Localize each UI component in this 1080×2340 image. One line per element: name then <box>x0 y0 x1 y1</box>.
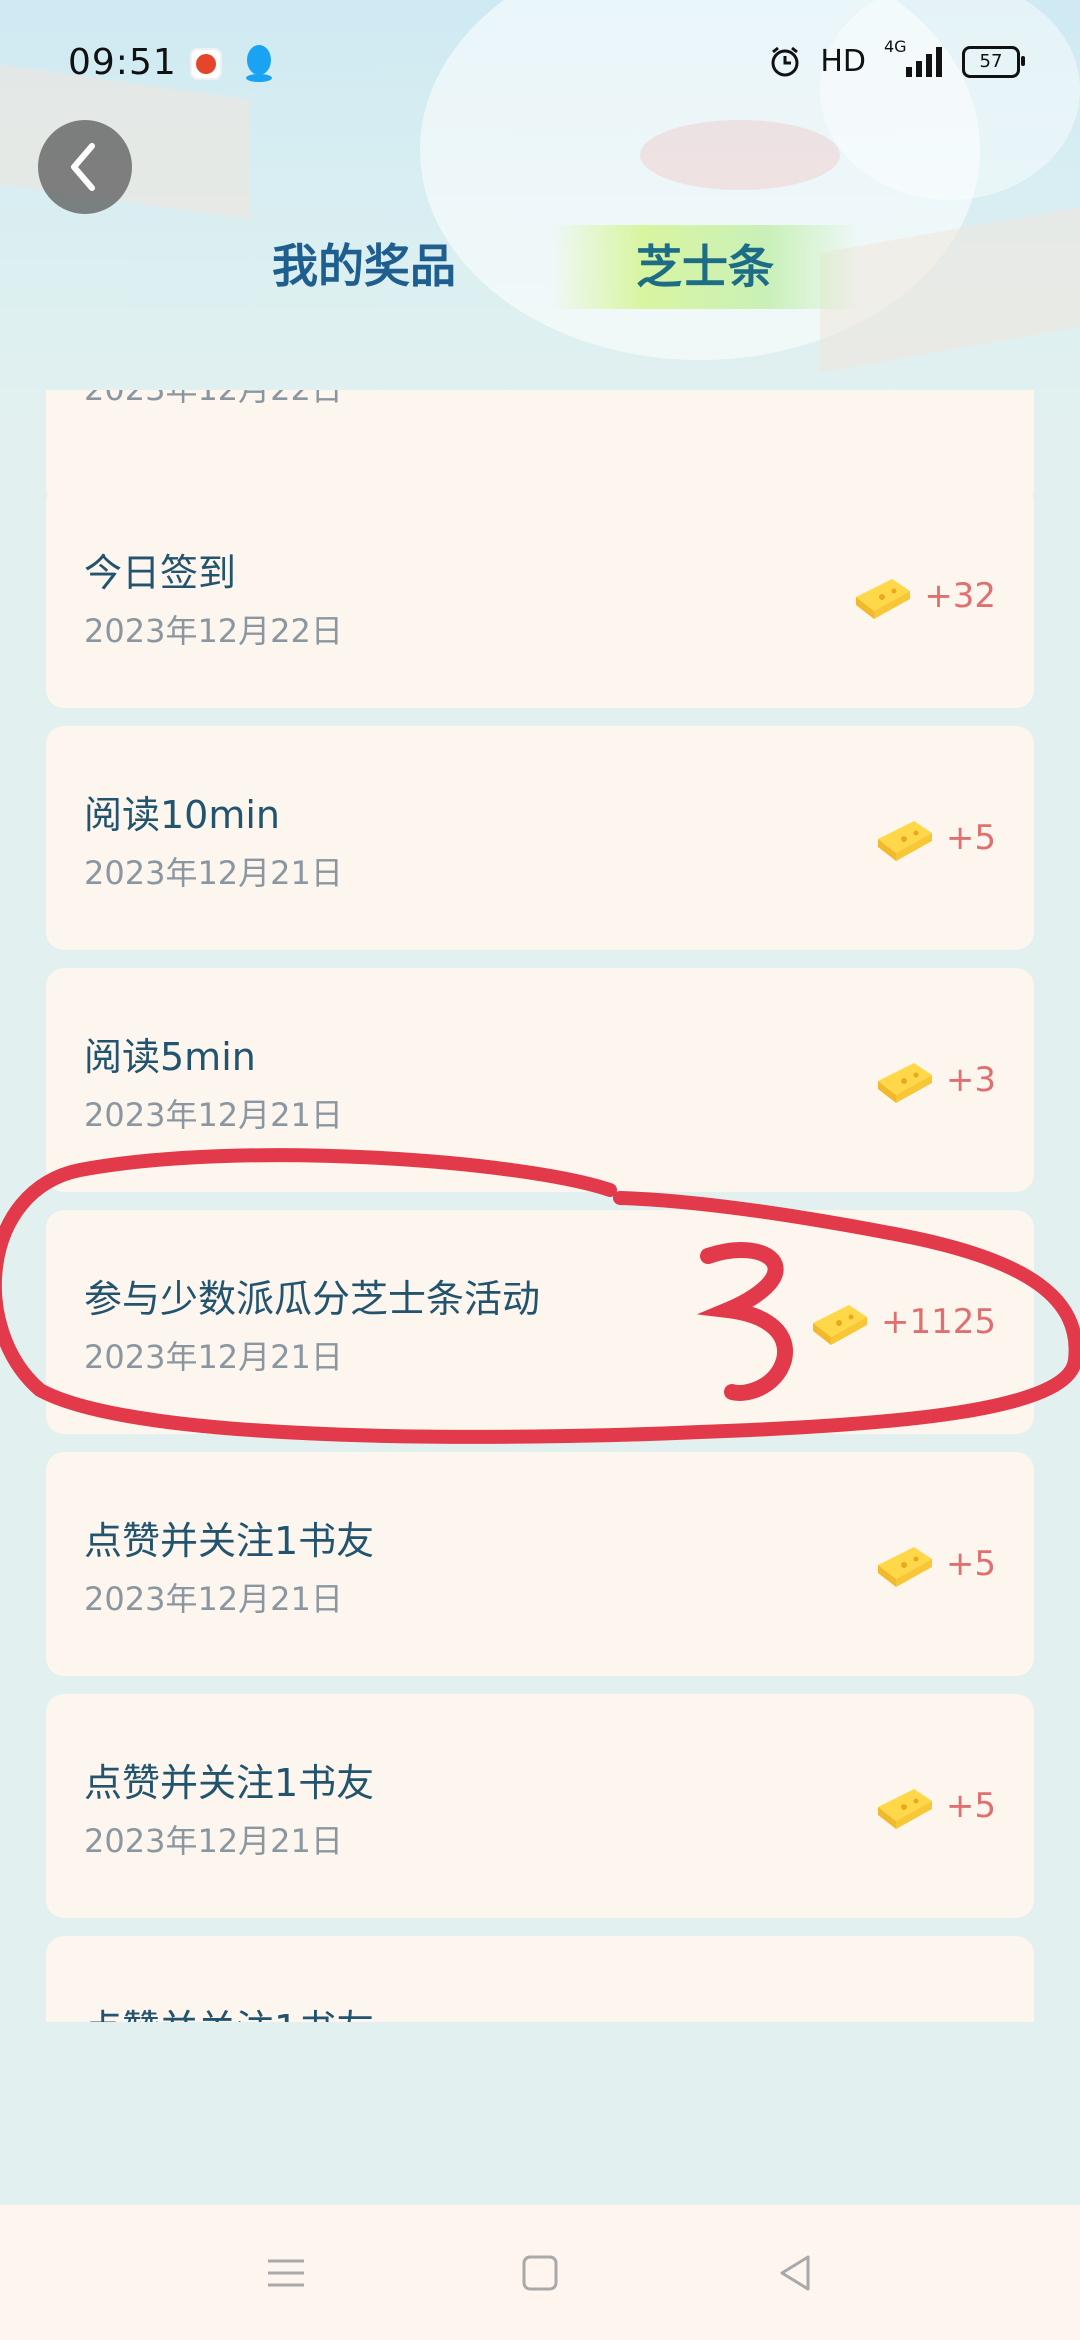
cheese-icon <box>877 1547 932 1587</box>
home-icon[interactable] <box>516 2249 564 2297</box>
item-title: 阅读5min <box>84 1035 256 1079</box>
hd-indicator: HD <box>820 44 866 79</box>
list-item[interactable]: 阅读10min 2023年12月21日 +5 <box>46 726 1034 950</box>
reward-history-list[interactable]: 2023年12月22日 今日签到 2023年12月22日 +32 阅读10min… <box>0 390 1080 2022</box>
list-item[interactable]: 点赞并关注1书友 2023年12月21日 +5 <box>46 1694 1034 1918</box>
item-points: +5 <box>945 1544 996 1584</box>
item-title: 点赞并关注1书友 <box>84 1761 375 1805</box>
list-item[interactable]: 点赞并关注1书友 <box>46 1936 1034 2022</box>
item-reward: +3 <box>874 1056 996 1104</box>
status-bar: 09:51 HD 4G 57 <box>0 0 1080 130</box>
item-points: +5 <box>945 1786 996 1826</box>
tab-my-prizes[interactable]: 我的奖品 <box>272 230 456 296</box>
item-date: 2023年12月22日 <box>84 390 343 410</box>
tab-cheese-strips[interactable]: 芝士条 <box>550 225 860 309</box>
alarm-icon <box>771 46 799 76</box>
menu-icon[interactable] <box>262 2249 310 2297</box>
qq-penguin-icon <box>246 45 272 82</box>
item-title: 点赞并关注1书友 <box>84 1519 375 1563</box>
item-date: 2023年12月21日 <box>84 1580 343 1618</box>
item-points: +3 <box>945 1060 996 1100</box>
item-points: +32 <box>924 576 996 616</box>
item-reward: +5 <box>874 1540 996 1588</box>
cellular-signal-icon: 4G <box>884 37 944 79</box>
item-reward: +32 <box>852 572 996 620</box>
item-title: 阅读10min <box>84 793 281 837</box>
system-navigation-bar <box>0 2205 1080 2340</box>
back-button[interactable] <box>38 120 132 214</box>
cheese-icon <box>877 821 932 861</box>
cheese-icon <box>877 1789 932 1829</box>
status-time: 09:51 <box>68 42 177 83</box>
battery-level: 57 <box>979 51 1003 72</box>
back-triangle-icon[interactable] <box>772 2249 820 2297</box>
list-item[interactable]: 参与少数派瓜分芝士条活动 2023年12月21日 +1125 <box>46 1210 1034 1434</box>
battery-indicator: 57 <box>962 45 1025 78</box>
cheese-icon <box>856 579 911 619</box>
tab-bar: 我的奖品 芝士条 <box>0 220 1080 315</box>
item-points: +1125 <box>880 1302 996 1342</box>
item-date: 2023年12月22日 <box>84 612 343 650</box>
item-points: +5 <box>945 818 996 858</box>
list-item[interactable]: 点赞并关注1书友 2023年12月21日 +5 <box>46 1452 1034 1676</box>
list-item[interactable]: 今日签到 2023年12月22日 +32 <box>46 484 1034 708</box>
item-title: 参与少数派瓜分芝士条活动 <box>84 1277 541 1321</box>
item-reward: +5 <box>874 814 996 862</box>
weibo-app-icon <box>190 48 222 80</box>
cheese-icon <box>877 1063 932 1103</box>
item-title: 今日签到 <box>84 551 237 595</box>
status-right-group: HD 4G 57 <box>768 37 1025 79</box>
chevron-left-icon <box>71 143 95 191</box>
item-date: 2023年12月21日 <box>84 1338 343 1376</box>
item-reward: +1125 <box>809 1298 996 1346</box>
cheese-icon <box>812 1305 867 1345</box>
list-item[interactable]: 阅读5min 2023年12月21日 +3 <box>46 968 1034 1192</box>
item-date: 2023年12月21日 <box>84 1822 343 1860</box>
item-reward: +5 <box>874 1782 996 1830</box>
item-date: 2023年12月21日 <box>84 854 343 892</box>
item-title: 点赞并关注1书友 <box>84 1998 374 2022</box>
item-date: 2023年12月21日 <box>84 1096 343 1134</box>
